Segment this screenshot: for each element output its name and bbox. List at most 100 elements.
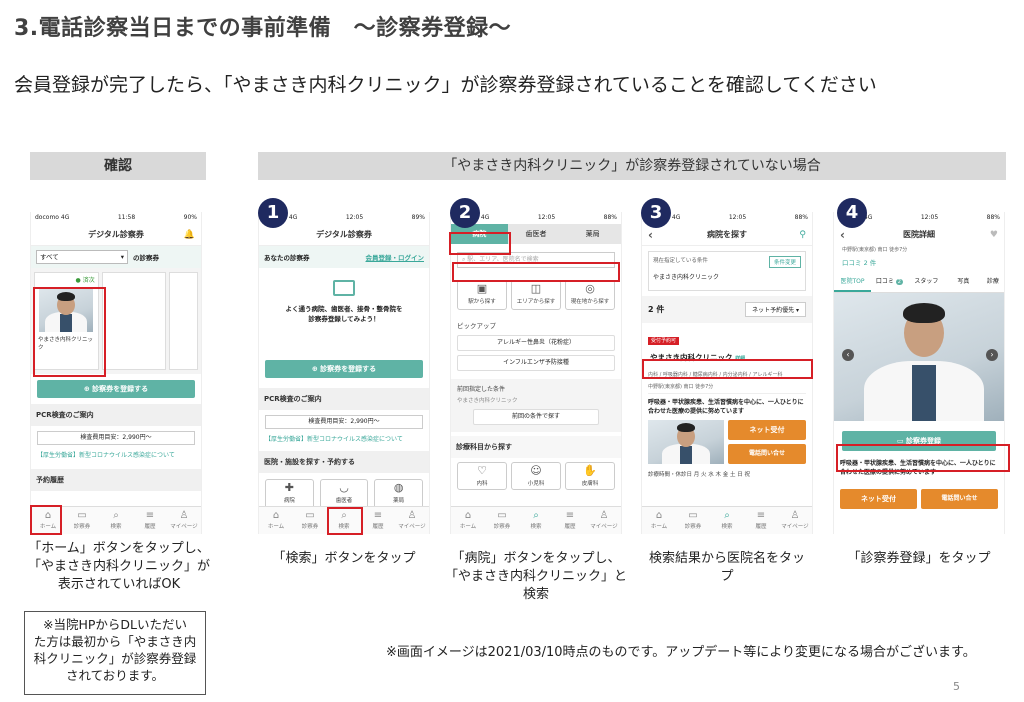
net-reception-button[interactable]: ネット受付	[728, 420, 806, 440]
register-card-button[interactable]: ⊕ 診察券を登録する	[265, 360, 423, 378]
phone-inquiry-button[interactable]: 電話問い合せ	[921, 489, 998, 509]
tab-card[interactable]: ▭ 診察券	[65, 507, 99, 534]
not-registered-header-bar: 「やまさき内科クリニック」が診察券登録されていない場合	[258, 152, 1006, 180]
tab-clinic-top[interactable]: 医院TOP	[834, 271, 871, 292]
highlight-home-tab	[30, 505, 62, 535]
button-label: 現在地から探す	[570, 299, 610, 305]
caption-line: 「検索」ボタンをタップ	[272, 551, 416, 566]
footnote: ※画面イメージは2021/03/10時点のものです。アップデート等により変更にな…	[386, 645, 976, 660]
tab-card[interactable]: ▭ 診察券	[485, 507, 519, 534]
pcr-section-title: PCR検査のご案内	[259, 388, 429, 410]
area-search-button[interactable]: ◫ エリアから探す	[511, 280, 561, 310]
tab-pharmacy[interactable]: 薬局	[564, 224, 621, 244]
current-location-button[interactable]: ◎ 現在地から探す	[565, 280, 615, 310]
tab-label: 診察券	[73, 524, 91, 530]
carousel-prev-icon[interactable]: ‹	[842, 349, 854, 361]
detail-tabs: 医院TOP 口コミ 2 スタッフ 写真 診療	[834, 271, 1004, 293]
chevron-down-icon: ▾	[120, 253, 124, 261]
station-search-button[interactable]: ▣ 駅から探す	[457, 280, 507, 310]
caption-step3: 検索結果から医院名をタッ プ	[641, 550, 813, 586]
battery-label: 90%	[183, 214, 197, 221]
clock: 12:05	[537, 214, 556, 221]
pickup-flu[interactable]: インフルエンザ予防接種	[457, 355, 615, 371]
map-pin-icon[interactable]: ⚲	[799, 224, 806, 246]
tab-label: ホーム	[459, 524, 477, 530]
dept-pediatrics[interactable]: ☺ 小児科	[511, 462, 561, 490]
favorite-icon[interactable]: ♥	[990, 224, 998, 246]
tab-search[interactable]: ⌕ 検索	[519, 507, 553, 534]
tab-label: 診察券	[684, 524, 702, 530]
stomach-icon: ♡	[477, 464, 487, 477]
result-count: 2 件	[648, 305, 665, 314]
home-icon: ⌂	[464, 510, 472, 521]
previous-search-button[interactable]: 前回の条件で探す	[473, 409, 599, 425]
app-header-title: 病院を探す	[707, 230, 747, 239]
tab-card[interactable]: ▭ 診察券	[293, 507, 327, 534]
clock: 12:05	[728, 214, 747, 221]
category-dentist[interactable]: ◡ 歯医者	[319, 479, 369, 509]
page-subtitle: 会員登録が完了したら、「やまさき内科クリニック」が診察券登録されていることを確認…	[14, 74, 877, 96]
app-header-title: 医院詳細	[903, 230, 935, 239]
tab-label: 検索	[721, 524, 733, 530]
tab-home[interactable]: ⌂ ホーム	[259, 507, 293, 534]
tab-home[interactable]: ⌂ ホーム	[642, 507, 676, 534]
history-section-title: 予約履歴	[31, 469, 201, 491]
tab-staff[interactable]: スタッフ	[908, 271, 945, 292]
dept-label: 内科	[476, 481, 488, 487]
tab-mypage[interactable]: ♙ マイページ	[587, 507, 621, 534]
reservation-tag: 受付予約可	[648, 337, 680, 345]
my-card-title: あなたの診察券	[264, 254, 310, 262]
app-header: ‹ 医院詳細 ♥	[834, 224, 1004, 246]
tab-mypage[interactable]: ♙ マイページ	[778, 507, 812, 534]
net-reception-button[interactable]: ネット受付	[840, 489, 917, 509]
register-card-button[interactable]: ⊕ 診察券を登録する	[37, 380, 195, 398]
tooth-icon: ◡	[339, 481, 349, 494]
pickup-allergy[interactable]: アレルギー性鼻炎（花粉症）	[457, 335, 615, 351]
tab-history[interactable]: ≡ 履歴	[133, 507, 167, 534]
carousel-next-icon[interactable]: ›	[986, 349, 998, 361]
category-label: 歯医者	[335, 498, 353, 504]
review-count[interactable]: 口コミ 2 件	[834, 253, 1004, 271]
tab-treatment[interactable]: 診療	[982, 271, 1004, 292]
facility-search-title: 医院・施設を探す・予約する	[259, 451, 429, 473]
phone-inquiry-button[interactable]: 電話問い合せ	[728, 444, 806, 464]
tab-search[interactable]: ⌕ 検索	[710, 507, 744, 534]
user-icon: ♙	[179, 510, 189, 521]
tab-mypage[interactable]: ♙ マイページ	[395, 507, 429, 534]
area-icon: ◫	[530, 282, 542, 295]
tab-photos[interactable]: 写真	[945, 271, 982, 292]
pcr-link[interactable]: 【厚生労働省】新型コロナウイルス感染症について	[31, 450, 201, 459]
app-header: デジタル診察券 🔔	[31, 224, 201, 246]
dept-dermatology[interactable]: ✋ 皮膚科	[565, 462, 615, 490]
sort-select[interactable]: ネット予約優先 ▾	[745, 302, 806, 317]
step-badge-4: 4	[837, 198, 867, 228]
tab-card[interactable]: ▭ 診察券	[676, 507, 710, 534]
dept-internal[interactable]: ♡ 内科	[457, 462, 507, 490]
tab-history[interactable]: ≡ 履歴	[744, 507, 778, 534]
category-hospital[interactable]: ✚ 病院	[265, 479, 314, 509]
tab-search[interactable]: ⌕ 検索	[99, 507, 133, 534]
pcr-price: 検査費用目安：2,990円～	[37, 431, 195, 445]
tab-reviews[interactable]: 口コミ 2	[871, 271, 908, 292]
pcr-price: 検査費用目安：2,990円～	[265, 415, 423, 429]
change-condition-button[interactable]: 条件変更	[768, 256, 801, 268]
notification-icon[interactable]: 🔔	[184, 224, 195, 246]
login-link[interactable]: 会員登録・ログイン	[366, 252, 425, 262]
tab-label: 口コミ	[875, 278, 894, 285]
tab-history[interactable]: ≡ 履歴	[553, 507, 587, 534]
tab-history[interactable]: ≡ 履歴	[361, 507, 395, 534]
tab-label: 履歴	[564, 524, 576, 530]
highlight-hospital-tab	[449, 232, 511, 255]
pcr-link[interactable]: 【厚生労働省】新型コロナウイルス感染症について	[259, 434, 429, 443]
caption-line: プ	[720, 569, 734, 584]
note-line: ※当院HPからDLいただい	[42, 617, 187, 632]
tab-label: 履歴	[755, 524, 767, 530]
tab-mypage[interactable]: ♙ マイページ	[167, 507, 201, 534]
back-icon[interactable]: ‹	[840, 224, 845, 246]
filter-select[interactable]: すべて ▾	[36, 250, 128, 264]
category-pharmacy[interactable]: ◍ 薬局	[374, 479, 424, 509]
empty-card-area: よく通う病院、歯医者、接骨・整骨院を診察券登録してみよう！	[259, 268, 429, 360]
tab-dentist[interactable]: 歯医者	[507, 224, 565, 244]
tab-home[interactable]: ⌂ ホーム	[451, 507, 485, 534]
doctor-photo-large: ‹ ›	[834, 293, 1004, 421]
